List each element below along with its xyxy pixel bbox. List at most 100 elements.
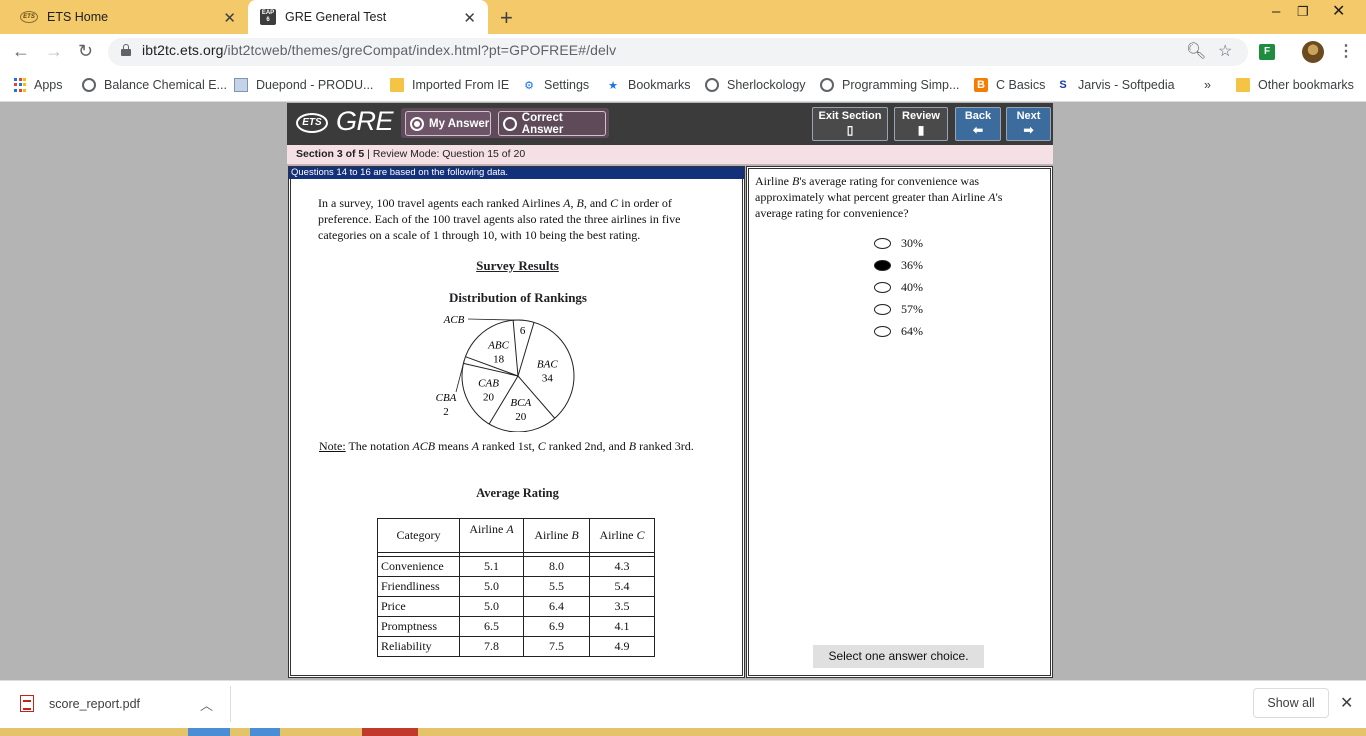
url-text[interactable]: ibt2tc.ets.org/ibt2tcweb/themes/greCompa… [142,42,616,58]
window-close-icon[interactable]: ✕ [1332,1,1345,21]
answer-choice[interactable]: 36% [874,258,923,272]
taskbar-item[interactable] [362,728,418,736]
extension-icon[interactable]: F [1259,44,1275,60]
jarvis-icon: S [1059,79,1067,91]
menu-kebab-icon[interactable]: ⋮ [1338,41,1354,61]
bookmark-duepond[interactable]: Duepond - PRODU... [234,76,373,94]
bookmark-apps[interactable]: Apps [14,76,63,94]
folder-icon [390,78,404,92]
table-header: Airline B [523,518,590,553]
radio-oval-icon[interactable] [874,237,891,249]
svg-text:ACB: ACB [443,314,465,326]
show-all-button[interactable]: Show all [1253,688,1329,718]
table-header: Category [377,518,460,553]
shelf-divider [230,686,231,722]
bookmark-sherlockology[interactable]: Sherlockology [705,76,806,94]
svg-text:18: 18 [493,354,505,366]
forward-arrow-icon[interactable]: → [45,41,63,62]
minimize-icon[interactable]: – [1272,3,1280,20]
table-header: Airline A [459,518,524,553]
bookmark-bookmarks[interactable]: ★ Bookmarks [606,76,690,94]
lock-icon [121,44,131,56]
back-button[interactable]: Back ⬅ [955,107,1001,141]
table-row: Price 5.0 6.4 3.5 [377,596,655,617]
svg-text:CAB: CAB [478,378,499,390]
radio-oval-icon[interactable] [874,325,891,337]
radio-oval-icon[interactable] [874,281,891,293]
answer-choice[interactable]: 40% [874,280,923,294]
chevron-up-icon[interactable]: ︿ [200,695,213,714]
bookmark-balance-chemical[interactable]: Balance Chemical E... [82,76,227,94]
gre-logo: GRE [336,106,394,136]
more-bookmarks-chevron-icon[interactable]: » [1204,76,1211,94]
svg-text:34: 34 [542,373,554,385]
exit-door-icon: ▯ [846,123,854,137]
restore-icon[interactable]: ❐ [1297,4,1309,20]
document-icon [234,78,248,92]
taskbar-item[interactable] [250,728,280,736]
exit-section-button[interactable]: Exit Section ▯ [812,107,888,141]
questions-banner: Questions 14 to 16 are based on the foll… [289,167,744,179]
section-status-bar: Section 3 of 5 | Review Mode: Question 1… [287,145,1053,165]
svg-text:BAC: BAC [537,359,558,371]
bookmark-other-bookmarks[interactable]: Other bookmarks [1236,76,1354,94]
table-row: Friendliness 5.0 5.5 5.4 [377,576,655,597]
bookmark-star-icon[interactable]: ☆ [1218,41,1232,61]
tab-ets-home[interactable]: ETS ETS Home ✕ [8,0,248,34]
tab-gre-general-test[interactable]: EAP 6 GRE General Test ✕ [248,0,488,34]
answer-choice[interactable]: 64% [874,324,923,338]
close-icon[interactable]: ✕ [223,9,236,27]
question-text: Airline B's average rating for convenien… [755,174,1003,220]
average-rating-title: Average Rating [476,486,559,500]
right-arrow-icon: ➡ [1023,123,1034,137]
os-taskbar [0,728,1366,736]
gre-icon: EAP 6 [260,9,276,25]
answer-choice[interactable]: 57% [874,302,923,316]
bookmark-settings[interactable]: ⚙ Settings [522,76,589,94]
bookmark-c-basics[interactable]: B C Basics [974,76,1045,94]
table-row: Promptness 6.5 6.9 4.1 [377,616,655,637]
close-icon[interactable]: ✕ [1340,693,1353,713]
review-button[interactable]: Review ▮ [894,107,948,141]
select-answer-hint: Select one answer choice. [813,645,984,668]
radio-empty-icon [503,116,517,131]
svg-text:20: 20 [515,411,527,423]
bookmark-programming-simplified[interactable]: Programming Simp... [820,76,959,94]
review-mode-text: | Review Mode: Question 15 of 20 [364,148,526,160]
zoom-icon[interactable]: 🔍︎ [1186,41,1206,61]
svg-text:ABC: ABC [487,340,509,352]
bookmark-jarvis[interactable]: S Jarvis - Softpedia [1056,76,1174,94]
pdf-file-icon [20,695,34,712]
new-tab-icon[interactable]: + [500,5,513,31]
radio-oval-icon[interactable] [874,303,891,315]
tab-title: GRE General Test [285,10,387,24]
answer-choice[interactable]: 30% [874,236,923,250]
globe-icon [820,78,834,92]
taskbar-item[interactable] [188,728,230,736]
radio-selected-icon [410,116,424,131]
back-arrow-icon[interactable]: ← [12,41,30,62]
svg-text:20: 20 [483,392,495,404]
pie-slice-label: CBA 2 [436,392,457,418]
table-row: Reliability 7.8 7.5 4.9 [377,636,655,657]
reload-icon[interactable]: ↻ [78,41,93,62]
folder-icon [1236,78,1250,92]
close-icon[interactable]: ✕ [463,9,476,27]
profile-avatar[interactable] [1302,41,1324,63]
svg-text:2: 2 [443,406,449,418]
my-answer-button[interactable]: My Answer [405,111,491,136]
rankings-pie-chart: ACB 6 BAC 34 BCA 20 CAB 20 CBA 2 ABC 18 [436,314,575,432]
globe-icon [82,78,96,92]
star-icon: ★ [608,79,618,92]
section-label: Section 3 of 5 [296,148,365,160]
notation-note: Note: The notation ACB means A ranked 1s… [319,439,694,453]
svg-text:6: 6 [520,325,526,337]
download-file-name[interactable]: score_report.pdf [49,697,140,711]
correct-answer-button[interactable]: Correct Answer [498,111,606,136]
radio-oval-selected-icon[interactable] [874,259,891,271]
next-button[interactable]: Next ➡ [1006,107,1051,141]
bookmark-flag-icon: ▮ [917,123,925,137]
gear-icon: ⚙ [524,79,534,92]
blogger-icon: B [974,78,988,92]
bookmark-imported-from-ie[interactable]: Imported From IE [390,76,509,94]
